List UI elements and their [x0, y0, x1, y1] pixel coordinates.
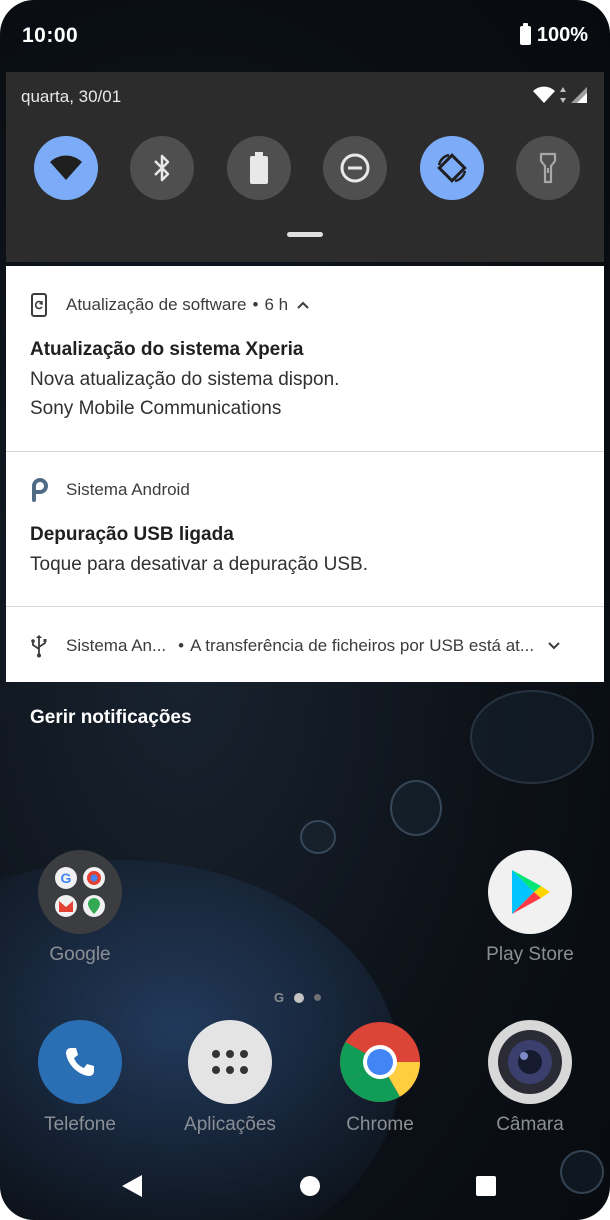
google-apps-icon: G: [55, 867, 105, 917]
wifi-icon: [50, 155, 82, 180]
grid-dots-icon: [212, 1050, 248, 1074]
rotate-icon: [436, 153, 467, 183]
camera-icon: [488, 1020, 572, 1104]
lens-icon: [498, 1030, 562, 1094]
notification-text: Sony Mobile Communications: [30, 398, 282, 419]
system-update-icon: [31, 293, 47, 317]
chrome-icon: [338, 1020, 422, 1104]
app-label: Chrome: [346, 1114, 414, 1135]
play-store-icon: [488, 850, 572, 934]
notification-software-update[interactable]: Atualização de software • 6 h Atualizaçã…: [6, 266, 604, 451]
notification-title: Depuração USB ligada: [30, 524, 234, 545]
app-label: Google: [49, 944, 111, 965]
notification-title: Atualização do sistema Xperia: [30, 339, 304, 360]
tile-bluetooth[interactable]: [130, 136, 195, 200]
tile-battery-saver[interactable]: [226, 136, 291, 200]
page-indicator: G: [274, 990, 322, 1005]
phone-screen: 10:00 100% quarta, 30/01 Atualização de …: [0, 0, 610, 1220]
phone-icon: [38, 1020, 122, 1104]
battery-percent: 100%: [536, 24, 588, 46]
google-folder-icon: G: [38, 850, 122, 934]
usb-icon: [31, 635, 47, 658]
notification-header: Atualização de software • 6 h: [30, 293, 309, 317]
notification-time: 6 h: [264, 295, 289, 314]
notification-usb-debugging[interactable]: Sistema Android Depuração USB ligada Toq…: [6, 452, 604, 606]
battery-icon: [519, 23, 531, 45]
separator-dot: •: [178, 636, 185, 655]
wifi-status-icon: [533, 86, 555, 103]
status-bar: 10:00 100%: [0, 0, 610, 72]
flashlight-icon: [539, 152, 557, 184]
recents-icon[interactable]: [475, 1175, 497, 1197]
tile-auto-rotate[interactable]: [419, 136, 484, 200]
app-camara[interactable]: Câmara: [470, 1020, 590, 1136]
play-triangle-icon: [512, 870, 550, 914]
app-telefone[interactable]: Telefone: [20, 1020, 140, 1136]
app-label: Aplicações: [184, 1114, 276, 1135]
navigation-bar: [0, 1150, 610, 1220]
quick-settings-panel: quarta, 30/01: [6, 72, 604, 262]
home-icon[interactable]: [299, 1175, 321, 1197]
cell-signal-icon: [571, 87, 587, 103]
app-google-folder[interactable]: G Google: [20, 850, 140, 966]
app-label: Câmara: [496, 1114, 564, 1135]
notification-list: Atualização de software • 6 h Atualizaçã…: [6, 266, 604, 682]
minus-circle-icon: [340, 153, 370, 183]
notification-summary: A transferência de ficheiros por USB est…: [190, 636, 535, 655]
android-p-icon: [32, 478, 48, 502]
handset-icon: [66, 1048, 94, 1076]
tile-wifi[interactable]: [34, 136, 98, 200]
chevron-down-icon[interactable]: [548, 642, 560, 650]
notification-app-name: Sistema An...: [66, 636, 167, 655]
back-icon[interactable]: [121, 1174, 143, 1198]
quick-tiles: [34, 136, 580, 200]
chevron-up-icon[interactable]: [297, 301, 309, 309]
notification-app-name: Sistema Android: [66, 480, 190, 499]
app-label: Play Store: [486, 944, 574, 965]
app-aplicacoes[interactable]: Aplicações: [170, 1020, 290, 1136]
signal-indicators: [532, 86, 588, 104]
manage-notifications-button[interactable]: Gerir notificações: [30, 707, 192, 729]
panel-drag-handle[interactable]: [287, 232, 323, 237]
tile-do-not-disturb[interactable]: [323, 136, 388, 200]
date-label: quarta, 30/01: [21, 87, 122, 106]
tile-flashlight[interactable]: [515, 136, 580, 200]
app-drawer-icon: [188, 1020, 272, 1104]
wallpaper-bubble: [300, 820, 336, 854]
notification-app-name: Atualização de software: [66, 295, 247, 314]
wallpaper-bubble: [390, 780, 442, 836]
data-arrows-icon: [560, 87, 566, 103]
notification-header: Sistema An... • A transferência de fiche…: [30, 634, 560, 658]
app-label: Telefone: [44, 1114, 116, 1135]
svg-text:G: G: [61, 870, 72, 886]
notification-text: Toque para desativar a depuração USB.: [30, 554, 368, 575]
chrome-logo-icon: [340, 1022, 420, 1102]
battery-indicator: 100%: [519, 23, 588, 47]
page-dot: [314, 994, 322, 1001]
app-chrome[interactable]: Chrome: [320, 1020, 440, 1136]
bluetooth-icon: [154, 154, 170, 182]
wallpaper-bubble: [470, 690, 594, 784]
app-play-store[interactable]: Play Store: [470, 850, 590, 966]
page-dot-active: [294, 992, 305, 1003]
notification-usb-transfer[interactable]: Sistema An... • A transferência de fiche…: [6, 607, 604, 682]
google-page-marker: G: [274, 990, 285, 1005]
battery-icon: [249, 152, 268, 184]
separator-dot: •: [252, 295, 259, 314]
notification-header: Sistema Android: [30, 478, 190, 502]
notification-text: Nova atualização do sistema dispon.: [30, 369, 340, 390]
status-time: 10:00: [22, 24, 79, 47]
